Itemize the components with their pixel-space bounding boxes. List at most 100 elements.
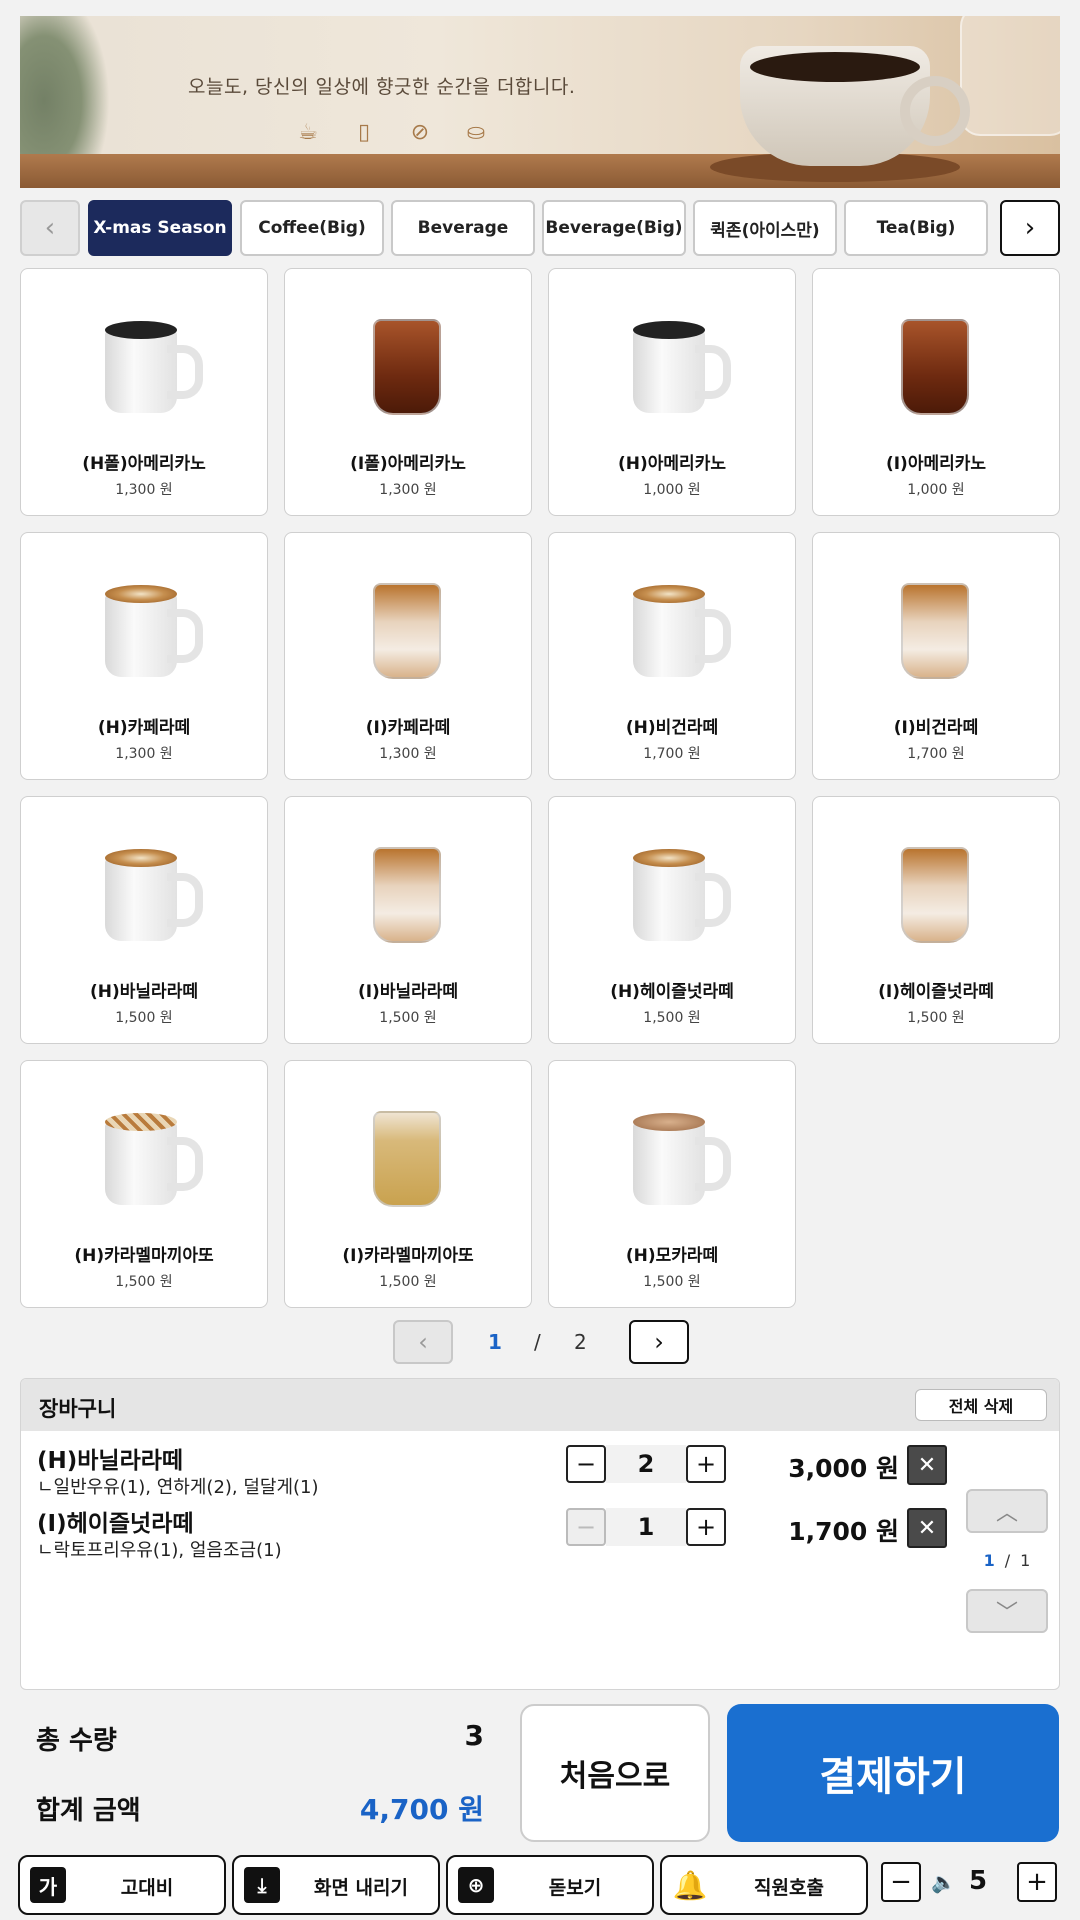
page-current: 1 xyxy=(488,1330,502,1354)
coffee-cup-icon: ☕ xyxy=(298,120,318,145)
mug-icon xyxy=(105,585,203,677)
menu-item-card[interactable]: (H)아메리카노 1,000 원 xyxy=(548,268,796,516)
menu-item-name: (I)아메리카노 xyxy=(885,454,987,474)
menu-item-card[interactable]: (I)비건라떼 1,700 원 xyxy=(812,532,1060,780)
menu-item-card[interactable]: (I)카페라떼 1,300 원 xyxy=(284,532,532,780)
menu-item-card[interactable]: (I)카라멜마끼아또 1,500 원 xyxy=(284,1060,532,1308)
qty-value: 2 xyxy=(606,1445,686,1483)
cart-item-price: 3,000 원 xyxy=(788,1454,899,1483)
cart-item: (I)헤이즐넛라떼 ㄴ락토프리우유(1), 얼음조금(1) − 1 + 1,70… xyxy=(21,1504,1059,1564)
total-amount-value: 4,700 원 xyxy=(359,1793,484,1826)
menu-item-card[interactable]: (H)카라멜마끼아또 1,500 원 xyxy=(20,1060,268,1308)
lower-screen-button[interactable]: ⤓ 화면 내리기 xyxy=(232,1855,440,1915)
menu-pagination: ‹ 1 / 2 › xyxy=(393,1320,689,1364)
glass-icon xyxy=(373,847,441,943)
drink-surface xyxy=(105,321,177,339)
page-prev-button[interactable]: ‹ xyxy=(393,1320,453,1364)
menu-item-price: 1,500 원 xyxy=(115,1010,173,1026)
qty-value: 1 xyxy=(606,1508,686,1546)
qty-plus-button[interactable]: + xyxy=(686,1445,726,1483)
menu-item-card[interactable]: (H)헤이즐넛라떼 1,500 원 xyxy=(548,796,796,1044)
volume-control: − 🔈 5 + xyxy=(877,1862,1057,1908)
mug-icon xyxy=(105,1113,203,1205)
qty-minus-button[interactable]: − xyxy=(566,1445,606,1483)
pay-button[interactable]: 결제하기 xyxy=(727,1704,1059,1842)
cart-scroll-up-button[interactable]: ︿ xyxy=(966,1489,1048,1533)
tab-beverage[interactable]: Beverage xyxy=(391,200,535,256)
menu-item-price: 1,500 원 xyxy=(643,1010,701,1026)
menu-item-card[interactable]: (I폴)아메리카노 1,300 원 xyxy=(284,268,532,516)
menu-item-price: 1,300 원 xyxy=(115,746,173,762)
menu-item-card[interactable]: (H)비건라떼 1,700 원 xyxy=(548,532,796,780)
mug-icon xyxy=(105,321,203,413)
mug-icon xyxy=(105,849,203,941)
cart-header: 장바구니 전체 삭제 xyxy=(21,1379,1059,1431)
minus-icon: − xyxy=(575,1450,597,1478)
call-staff-label: 직원호출 xyxy=(754,1877,824,1899)
tab-x-mas-season[interactable]: X-mas Season xyxy=(88,200,232,256)
tab-quick-zone[interactable]: 퀵존(아이스만) xyxy=(693,200,837,256)
menu-item-price: 1,300 원 xyxy=(379,482,437,498)
page-total: 2 xyxy=(574,1330,587,1354)
volume-up-button[interactable]: + xyxy=(1017,1862,1057,1902)
drink-image xyxy=(623,1091,731,1211)
coffee-bean-icon: ⊘ xyxy=(410,120,430,145)
menu-item-card[interactable]: (H)바닐라라떼 1,500 원 xyxy=(20,796,268,1044)
glass-icon xyxy=(373,319,441,415)
chevron-up-icon: ︿ xyxy=(995,1501,1018,1526)
tab-beverage-big[interactable]: Beverage(Big) xyxy=(542,200,686,256)
menu-item-name: (I)카라멜마끼아또 xyxy=(342,1246,474,1266)
menu-item-price: 1,700 원 xyxy=(643,746,701,762)
close-icon: ✕ xyxy=(917,1515,937,1541)
clear-all-button[interactable]: 전체 삭제 xyxy=(915,1389,1047,1421)
magnifier-label: 돋보기 xyxy=(548,1877,602,1899)
magnifier-button[interactable]: ⊕ 돋보기 xyxy=(446,1855,654,1915)
chevron-left-icon: ‹ xyxy=(44,213,56,243)
remove-item-button[interactable]: ✕ xyxy=(907,1508,947,1548)
menu-item-card[interactable]: (I)헤이즐넛라떼 1,500 원 xyxy=(812,796,1060,1044)
close-icon: ✕ xyxy=(917,1452,937,1478)
menu-item-card[interactable]: (I)아메리카노 1,000 원 xyxy=(812,268,1060,516)
menu-item-card[interactable]: (H)카페라떼 1,300 원 xyxy=(20,532,268,780)
cart-scroll-down-button[interactable]: ﹀ xyxy=(966,1589,1048,1633)
drink-surface xyxy=(633,849,705,867)
total-count-label: 총 수량 xyxy=(36,1726,117,1756)
qty-plus-button[interactable]: + xyxy=(686,1508,726,1546)
menu-item-card[interactable]: (H폴)아메리카노 1,300 원 xyxy=(20,268,268,516)
chevron-right-icon: › xyxy=(1024,213,1036,243)
drink-image xyxy=(95,1091,203,1211)
bell-icon: 🔔 xyxy=(672,1868,708,1902)
hero-banner: 오늘도, 당신의 일상에 향긋한 순간을 더합니다. ☕ ▯ ⊘ ⛀ xyxy=(20,16,1060,188)
home-button[interactable]: 처음으로 xyxy=(520,1704,710,1842)
category-prev-button[interactable]: ‹ xyxy=(20,200,80,256)
volume-value: 5 xyxy=(969,1866,988,1896)
banner-message: 오늘도, 당신의 일상에 향긋한 순간을 더합니다. xyxy=(188,76,576,98)
category-tabs: ‹ X-mas Season Coffee(Big) Beverage Beve… xyxy=(20,200,1060,256)
glass-jar-decoration xyxy=(960,16,1060,136)
category-next-button[interactable]: › xyxy=(1000,200,1060,256)
mug-icon xyxy=(633,321,731,413)
page-next-button[interactable]: › xyxy=(629,1320,689,1364)
drink-surface xyxy=(633,321,705,339)
cart-item-options: ㄴ일반우유(1), 연하게(2), 덜달게(1) xyxy=(37,1477,319,1498)
drink-image xyxy=(95,299,203,419)
chevron-left-icon: ‹ xyxy=(418,1328,428,1356)
volume-down-button[interactable]: − xyxy=(881,1862,921,1902)
menu-item-name: (H)카페라떼 xyxy=(97,718,191,738)
menu-item-price: 1,500 원 xyxy=(115,1274,173,1290)
remove-item-button[interactable]: ✕ xyxy=(907,1445,947,1485)
drink-image xyxy=(623,563,731,683)
cart-page-total: 1 xyxy=(1020,1551,1031,1570)
glass-icon xyxy=(373,583,441,679)
menu-item-name: (H)비건라떼 xyxy=(625,718,719,738)
menu-item-card[interactable]: (H)모카라떼 1,500 원 xyxy=(548,1060,796,1308)
qty-minus-button[interactable]: − xyxy=(566,1508,606,1546)
download-tray-icon: ⤓ xyxy=(244,1867,280,1903)
tab-coffee-big[interactable]: Coffee(Big) xyxy=(240,200,384,256)
call-staff-button[interactable]: 🔔 직원호출 xyxy=(660,1855,868,1915)
drink-surface xyxy=(105,585,177,603)
menu-item-card[interactable]: (I)바닐라라떼 1,500 원 xyxy=(284,796,532,1044)
tab-tea-big[interactable]: Tea(Big) xyxy=(844,200,988,256)
high-contrast-button[interactable]: 가 고대비 xyxy=(18,1855,226,1915)
menu-item-name: (H)바닐라라떼 xyxy=(90,982,198,1002)
